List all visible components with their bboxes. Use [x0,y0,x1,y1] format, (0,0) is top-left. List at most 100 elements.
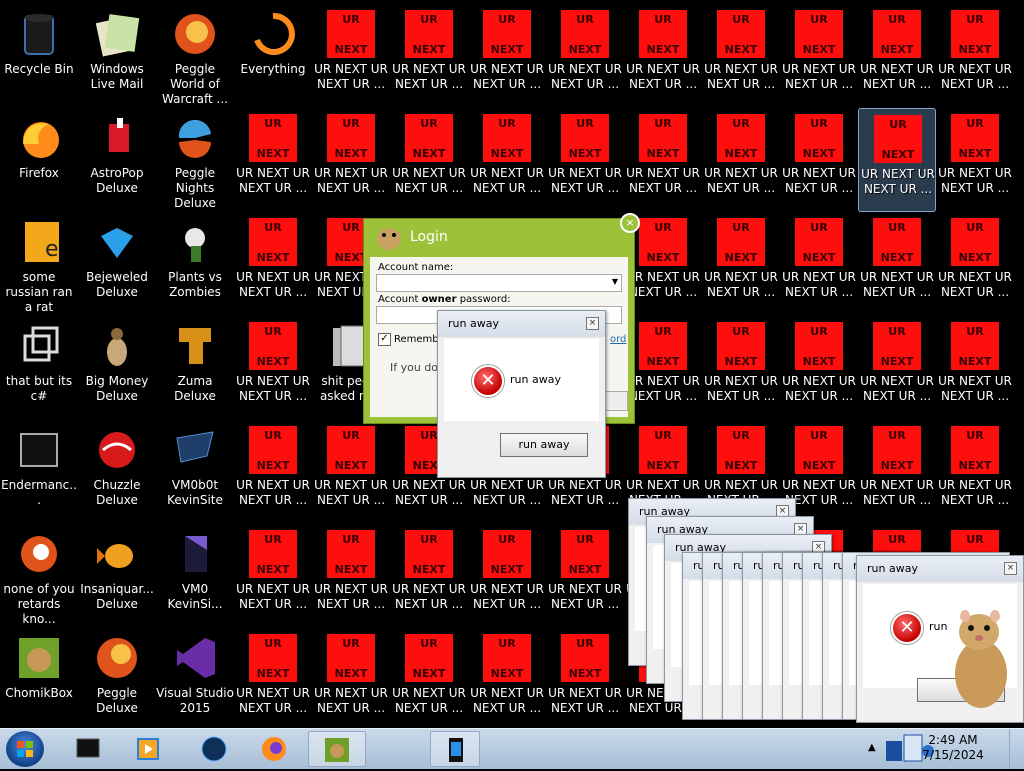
desktop-icon-that-but-its-csharp[interactable]: that but its c# [0,316,78,420]
desktop-icon-ur-next[interactable]: UR NEXT UR NEXT UR NEXT UR ... [234,524,312,628]
desktop-icon-ur-next[interactable]: UR NEXT UR NEXT UR NEXT UR ... [234,212,312,316]
desktop-icon-ur-next[interactable]: UR NEXT UR NEXT UR NEXT UR ... [936,4,1014,108]
desktop-icon-visual-studio[interactable]: Visual Studio 2015 [156,628,234,728]
svg-text:e: e [45,237,59,262]
chevron-down-icon[interactable]: ▼ [612,277,618,286]
desktop-icon-chomikbox[interactable]: ChomikBox [0,628,78,728]
run-away-dialog-front[interactable]: run away × ✕ run [856,555,1024,723]
desktop-icon-ur-next[interactable]: UR NEXT UR NEXT UR NEXT UR ... [858,212,936,316]
show-desktop-button[interactable] [1009,729,1024,769]
desktop-icon-everything[interactable]: Everything [234,4,312,108]
desktop-icon-ur-next[interactable]: UR NEXT UR NEXT UR NEXT UR ... [312,524,390,628]
ur-next-icon: UR NEXT [951,114,999,162]
desktop-icon-label: UR NEXT UR NEXT UR ... [938,166,1012,195]
desktop-icon-some-russian[interactable]: e some russian ran a rat [0,212,78,316]
desktop-icon-ur-next[interactable]: UR NEXT UR NEXT UR NEXT UR ... [546,108,624,212]
ur-next-icon: UR NEXT [795,322,843,370]
desktop-icon-ur-next[interactable]: UR NEXT UR NEXT UR NEXT UR ... [234,420,312,524]
desktop-icon-endermanch[interactable]: Endermanc... [0,420,78,524]
desktop-icon-ur-next[interactable]: UR NEXT UR NEXT UR NEXT UR ... [312,4,390,108]
ur-next-icon-top-text: UR [498,637,516,650]
desktop-icon-ur-next[interactable]: UR NEXT UR NEXT UR NEXT UR ... [624,4,702,108]
tray-arrow-icon[interactable]: ▲ [868,742,876,753]
desktop-icon-ur-next[interactable]: UR NEXT UR NEXT UR NEXT UR ... [390,108,468,212]
dialog-title: run away [867,562,918,575]
desktop-icon-peggle-wow[interactable]: Peggle World of Warcraft ... [156,4,234,108]
desktop-icon-bejeweled[interactable]: Bejeweled Deluxe [78,212,156,316]
taskbar-item-media-player[interactable] [122,731,174,767]
clock[interactable]: 2:49 AM 7/15/2024 [918,733,988,763]
close-icon[interactable]: × [1004,562,1017,575]
forgot-password-link[interactable]: ord [610,334,626,345]
taskbar-item-computer[interactable] [62,731,114,767]
desktop-icon-ur-next[interactable]: UR NEXT UR NEXT UR NEXT UR ... [936,212,1014,316]
desktop-icon-ur-next[interactable]: UR NEXT UR NEXT UR NEXT UR ... [858,316,936,420]
desktop-icon-ur-next[interactable]: UR NEXT UR NEXT UR NEXT UR ... [780,316,858,420]
desktop-icon-ur-next[interactable]: UR NEXT UR NEXT UR NEXT UR ... [858,420,936,524]
desktop-icon-ur-next[interactable]: UR NEXT UR NEXT UR NEXT UR ... [390,524,468,628]
desktop-icon-peggle-nights[interactable]: Peggle Nights Deluxe [156,108,234,212]
desktop-icon-ur-next[interactable]: UR NEXT UR NEXT UR NEXT UR ... [624,108,702,212]
login-button[interactable] [604,391,628,411]
desktop-icon-ur-next[interactable]: UR NEXT UR NEXT UR NEXT UR ... [468,4,546,108]
desktop-icon-insaniquarium[interactable]: Insaniquar... Deluxe [78,524,156,628]
desktop-icon-ur-next[interactable]: UR NEXT UR NEXT UR NEXT UR ... [390,628,468,728]
desktop-icon-ur-next[interactable]: UR NEXT UR NEXT UR NEXT UR ... [468,628,546,728]
desktop-icon-label: Big Money Deluxe [85,374,149,403]
close-icon[interactable]: × [620,213,640,233]
ur-next-icon: UR NEXT [795,114,843,162]
desktop-icon-ur-next[interactable]: UR NEXT UR NEXT UR NEXT UR ... [312,420,390,524]
taskbar-item-chomikbox[interactable] [308,731,366,767]
desktop-icon-ur-next[interactable]: UR NEXT UR NEXT UR NEXT UR ... [936,108,1014,212]
remember-checkbox[interactable]: ✓ [378,333,391,346]
desktop-icon-ur-next[interactable]: UR NEXT UR NEXT UR NEXT UR ... [702,4,780,108]
desktop-icon-peggle-deluxe[interactable]: Peggle Deluxe [78,628,156,728]
desktop-icon-vm0b0t-kevinsite[interactable]: VM0b0t KevinSite [156,420,234,524]
desktop-icon-ur-next[interactable]: UR NEXT UR NEXT UR NEXT UR ... [390,4,468,108]
run-away-button[interactable]: run away [500,433,588,457]
desktop-icon-ur-next[interactable]: UR NEXT UR NEXT UR NEXT UR ... [234,316,312,420]
taskbar-item-globe[interactable] [188,731,240,767]
desktop-icon-ur-next[interactable]: UR NEXT UR NEXT UR NEXT UR ... [624,316,702,420]
desktop-icon-ur-next[interactable]: UR NEXT UR NEXT UR NEXT UR ... [936,316,1014,420]
desktop-icon-ur-next[interactable]: UR NEXT UR NEXT UR NEXT UR ... [234,628,312,728]
ur-next-icon-top-text: UR [732,325,750,338]
desktop-icon-ur-next[interactable]: UR NEXT UR NEXT UR NEXT UR ... [702,212,780,316]
desktop-icon-windows-live-mail[interactable]: Windows Live Mail [78,4,156,108]
desktop-icon-ur-next[interactable]: UR NEXT UR NEXT UR NEXT UR ... [936,420,1014,524]
taskbar-item-firefox[interactable] [248,731,300,767]
desktop-icon-ur-next[interactable]: UR NEXT UR NEXT UR NEXT UR ... [546,4,624,108]
desktop-icon-astropop[interactable]: AstroPop Deluxe [78,108,156,212]
desktop-icon-ur-next[interactable]: UR NEXT UR NEXT UR NEXT UR ... [468,524,546,628]
desktop-icon-ur-next[interactable]: UR NEXT UR NEXT UR NEXT UR ... [858,108,936,212]
desktop-icon-plants-vs-zombies[interactable]: Plants vs Zombies [156,212,234,316]
desktop-icon-ur-next[interactable]: UR NEXT UR NEXT UR NEXT UR ... [780,212,858,316]
desktop-icon-ur-next[interactable]: UR NEXT UR NEXT UR NEXT UR ... [234,108,312,212]
desktop-icon-ur-next[interactable]: UR NEXT UR NEXT UR NEXT UR ... [546,524,624,628]
desktop-icon-ur-next[interactable]: UR NEXT UR NEXT UR NEXT UR ... [858,4,936,108]
desktop-icon-ur-next[interactable]: UR NEXT UR NEXT UR NEXT UR ... [312,628,390,728]
ur-next-icon-top-text: UR [342,13,360,26]
dialog-titlebar[interactable]: run away × [438,311,605,337]
desktop-icon-ur-next[interactable]: UR NEXT UR NEXT UR NEXT UR ... [702,108,780,212]
close-icon[interactable]: × [586,317,599,330]
desktop-icon-vm0-kevinsi[interactable]: VM0 KevinSi... [156,524,234,628]
run-away-dialog[interactable]: run away × ✕ run away run away [437,310,606,478]
desktop-icon-big-money[interactable]: Big Money Deluxe [78,316,156,420]
desktop-icon-recycle-bin[interactable]: Recycle Bin [0,4,78,108]
desktop-icon-ur-next[interactable]: UR NEXT UR NEXT UR NEXT UR ... [312,108,390,212]
desktop-icon-firefox[interactable]: Firefox [0,108,78,212]
desktop-icon-ur-next[interactable]: UR NEXT UR NEXT UR NEXT UR ... [468,108,546,212]
desktop-icon-chuzzle[interactable]: Chuzzle Deluxe [78,420,156,524]
taskbar-item-app[interactable] [430,731,480,767]
desktop-icon-ur-next[interactable]: UR NEXT UR NEXT UR NEXT UR ... [702,316,780,420]
desktop-icon-ur-next[interactable]: UR NEXT UR NEXT UR NEXT UR ... [780,108,858,212]
account-name-field[interactable]: ▼ [376,274,622,292]
dialog-titlebar[interactable]: run away × [857,556,1023,582]
desktop-icon-none-of-you[interactable]: none of you retards kno... [0,524,78,628]
desktop-icon-ur-next[interactable]: UR NEXT UR NEXT UR NEXT UR ... [546,628,624,728]
start-button[interactable] [6,731,44,767]
ur-next-icon: UR NEXT [405,114,453,162]
desktop-icon-zuma[interactable]: Zuma Deluxe [156,316,234,420]
desktop-icon-ur-next[interactable]: UR NEXT UR NEXT UR NEXT UR ... [780,4,858,108]
